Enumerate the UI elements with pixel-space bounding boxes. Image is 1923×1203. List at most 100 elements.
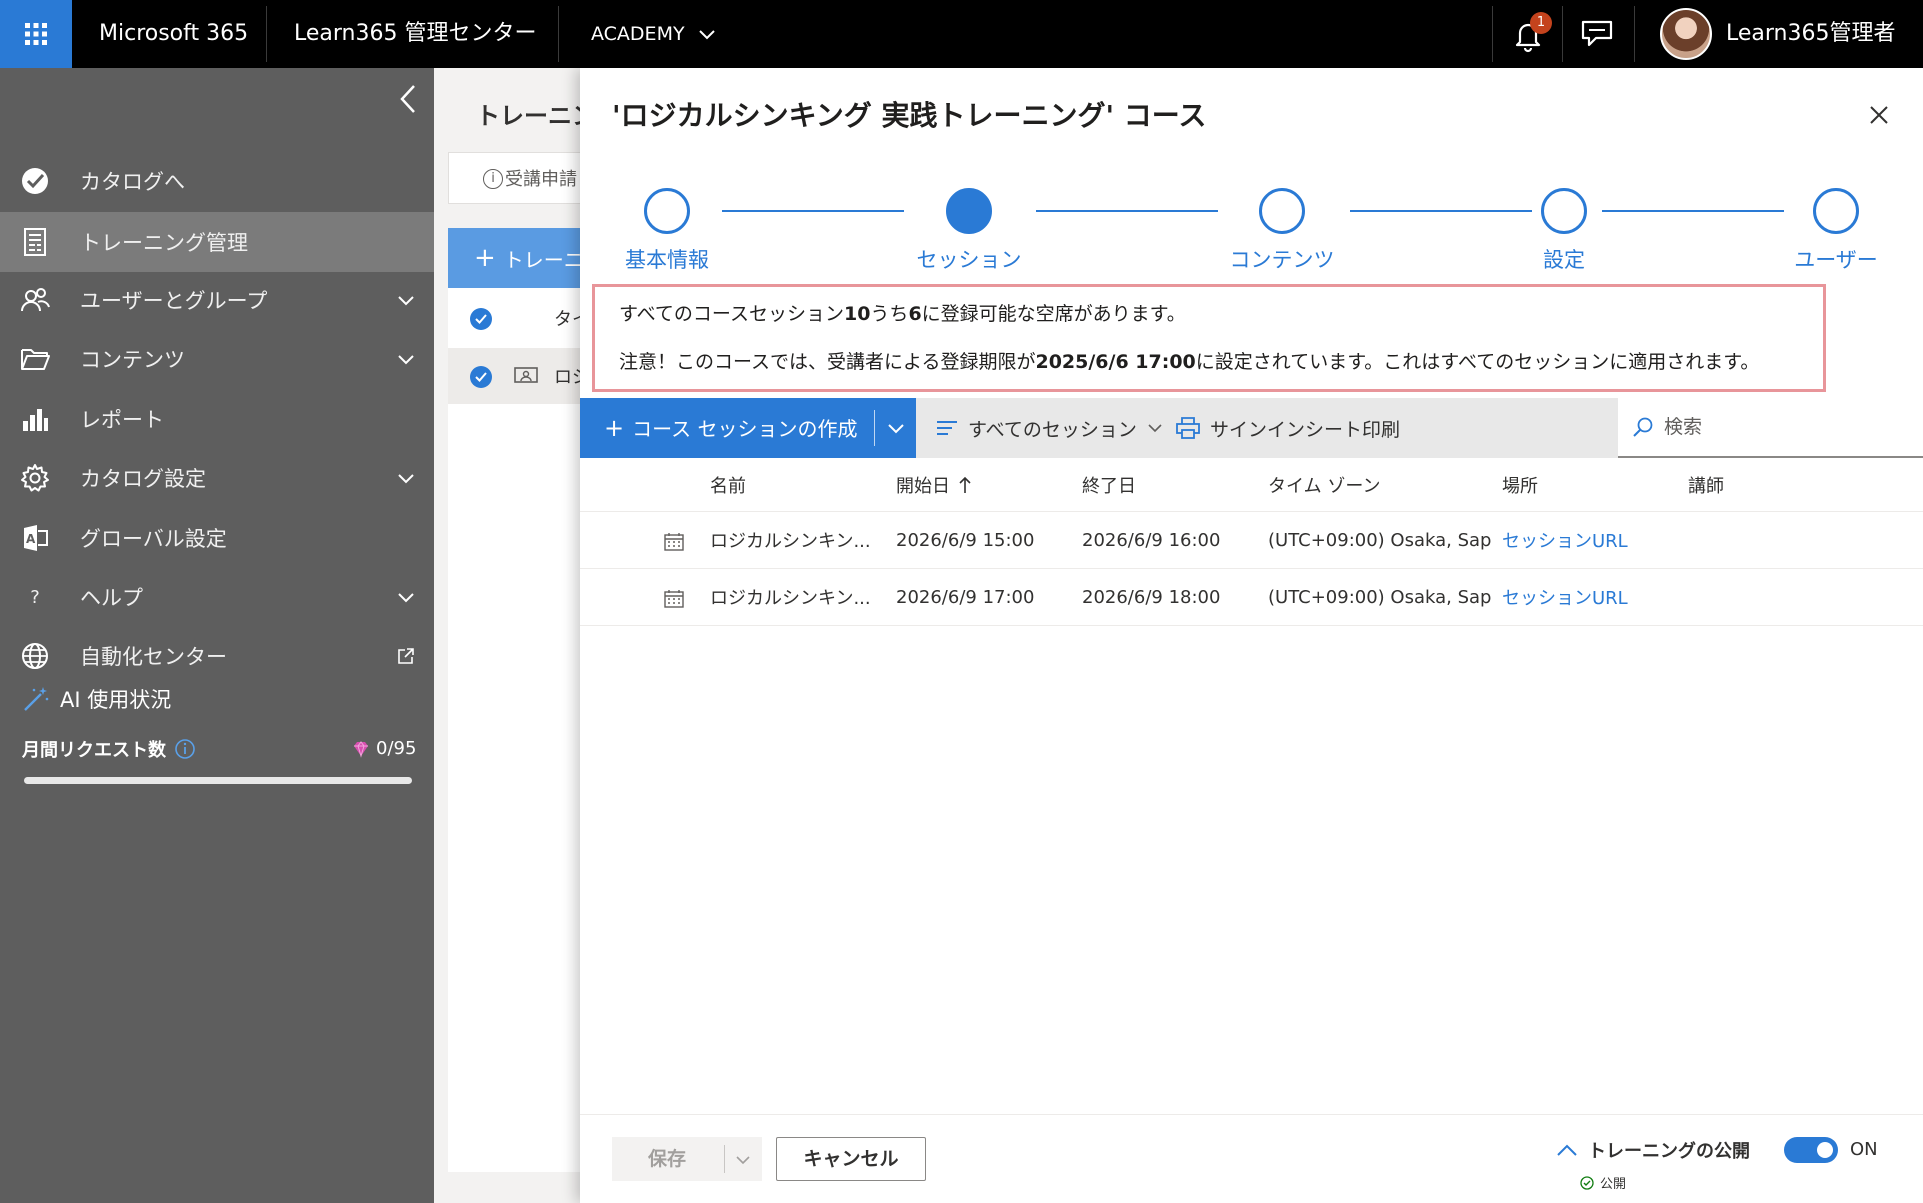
- monthly-requests-count: 0/95: [352, 738, 416, 759]
- table-row[interactable]: ロジカルシンキン... 2026/6/9 17:00 2026/6/9 18:0…: [580, 569, 1923, 626]
- step-basic-info[interactable]: [644, 188, 690, 234]
- step-label-settings[interactable]: 設定: [1543, 244, 1585, 274]
- sidebar-item-training[interactable]: トレーニング管理: [0, 212, 434, 272]
- external-link-icon: [398, 648, 414, 664]
- session-timezone: (UTC+09:00) Osaka, Sap...: [1268, 586, 1492, 608]
- catalog-check-icon: [20, 166, 50, 196]
- avatar[interactable]: [1660, 8, 1712, 60]
- new-training-label: トレーニ: [503, 247, 584, 272]
- create-session-label: + コース セッションの作成: [604, 398, 857, 458]
- step-label-users[interactable]: ユーザー: [1794, 244, 1878, 274]
- chevron-down-icon[interactable]: [734, 1151, 752, 1169]
- globe-icon: [20, 641, 50, 671]
- folder-icon: [20, 344, 50, 374]
- sidebar-item-reports[interactable]: レポート: [0, 390, 434, 448]
- sidebar-item-global-settings[interactable]: A グローバル設定: [0, 509, 434, 567]
- command-bar: + コース セッションの作成 すべてのセッション サインインシート印刷: [580, 398, 1923, 458]
- sort-ascending-icon: [959, 476, 971, 493]
- column-header-start[interactable]: 開始日: [896, 458, 972, 511]
- plus-icon: +: [604, 414, 625, 442]
- session-timezone: (UTC+09:00) Osaka, Sap...: [1268, 529, 1492, 551]
- ai-usage-title: AI 使用状況: [22, 684, 171, 714]
- step-connector: [722, 210, 904, 212]
- waffle-icon: [25, 23, 47, 45]
- search-input[interactable]: [1664, 416, 1904, 438]
- panel-footer: 保存 キャンセル トレーニングの公開 公開 ON: [580, 1114, 1923, 1203]
- sidebar-item-catalog-settings[interactable]: カタログ設定: [0, 449, 434, 507]
- gem-icon: [354, 740, 368, 758]
- sidebar-item-automation-center[interactable]: 自動化センター: [0, 627, 434, 685]
- check-circle-icon: [1580, 1175, 1594, 1190]
- publish-toggle[interactable]: [1784, 1137, 1838, 1163]
- session-start: 2026/6/9 15:00: [896, 529, 1035, 551]
- top-bar: Microsoft 365 Learn365 管理センター ACADEMY 1 …: [0, 0, 1923, 68]
- column-header-timezone[interactable]: タイム ゾーン: [1268, 458, 1380, 511]
- tenant-switcher[interactable]: ACADEMY: [591, 0, 715, 68]
- publish-status-text: 公開: [1600, 1177, 1627, 1192]
- row-checkbox[interactable]: [470, 366, 492, 388]
- ai-usage-label: AI 使用状況: [60, 688, 172, 712]
- panel-title: 'ロジカルシンキング 実践トレーニング' コース: [612, 99, 1207, 132]
- session-url-link[interactable]: セッションURL: [1502, 512, 1628, 568]
- column-header-end[interactable]: 終了日: [1082, 458, 1136, 511]
- app-launcher-button[interactable]: [0, 0, 72, 68]
- info-icon: i: [483, 169, 503, 189]
- column-header-location[interactable]: 場所: [1502, 458, 1538, 511]
- step-session[interactable]: [946, 188, 992, 234]
- classroom-icon: [514, 367, 538, 383]
- feedback-icon[interactable]: [1580, 18, 1614, 50]
- chevron-down-icon[interactable]: [886, 418, 906, 438]
- sidebar-item-catalog[interactable]: カタログへ: [0, 152, 434, 210]
- select-all-checkbox[interactable]: [470, 308, 492, 330]
- document-icon: [20, 227, 50, 257]
- chevron-left-icon[interactable]: [396, 82, 420, 116]
- step-label-basic-info[interactable]: 基本情報: [625, 244, 709, 274]
- step-label-contents[interactable]: コンテンツ: [1230, 244, 1335, 274]
- session-filter-dropdown[interactable]: すべてのセッション: [936, 398, 1163, 458]
- session-start: 2026/6/9 17:00: [896, 586, 1035, 608]
- toggle-state-label: ON: [1850, 1139, 1878, 1160]
- step-settings[interactable]: [1541, 188, 1587, 234]
- column-header-instructor[interactable]: 講師: [1688, 458, 1724, 511]
- session-url-link[interactable]: セッションURL: [1502, 569, 1628, 625]
- notification-badge: 1: [1530, 12, 1552, 34]
- column-header-name[interactable]: 名前: [710, 458, 746, 511]
- close-icon[interactable]: [1866, 102, 1892, 128]
- calendar-icon: [664, 533, 684, 551]
- center-name[interactable]: Learn365 管理センター: [294, 0, 536, 68]
- tenant-name: ACADEMY: [591, 23, 685, 45]
- course-session-panel: 'ロジカルシンキング 実践トレーニング' コース 基本情報 セッション コンテン…: [580, 68, 1923, 1203]
- table-row[interactable]: ロジカルシンキン... 2026/6/9 15:00 2026/6/9 16:0…: [580, 512, 1923, 569]
- user-name[interactable]: Learn365管理者: [1726, 0, 1895, 68]
- app-name[interactable]: Microsoft 365: [99, 0, 248, 68]
- step-label-session[interactable]: セッション: [917, 244, 1022, 274]
- publish-training-expander[interactable]: トレーニングの公開: [1556, 1137, 1750, 1163]
- info-icon[interactable]: [174, 738, 196, 760]
- notice-open-sessions: 6: [908, 303, 922, 325]
- sidebar-item-contents[interactable]: コンテンツ: [0, 330, 434, 388]
- search-box[interactable]: [1618, 398, 1923, 458]
- sidebar-item-label: ヘルプ: [80, 586, 143, 610]
- session-name[interactable]: ロジカルシンキン...: [710, 569, 886, 625]
- create-session-button[interactable]: + コース セッションの作成: [580, 398, 916, 458]
- cancel-button[interactable]: キャンセル: [776, 1137, 926, 1181]
- step-contents[interactable]: [1259, 188, 1305, 234]
- session-filter-label: すべてのセッション: [968, 418, 1137, 441]
- table-header: 名前 開始日 終了日 タイム ゾーン 場所 講師: [580, 458, 1923, 512]
- calendar-icon: [664, 590, 684, 608]
- step-connector: [1036, 210, 1218, 212]
- printer-icon: [1176, 417, 1200, 439]
- session-name[interactable]: ロジカルシンキン...: [710, 512, 886, 568]
- sidebar-item-users-groups[interactable]: ユーザーとグループ: [0, 271, 434, 329]
- column-header-start-label: 開始日: [896, 475, 950, 497]
- page-title: トレーニン: [476, 102, 596, 130]
- info-text: 受講申請: [505, 169, 577, 190]
- notice-text: に登録可能な空席があります。: [921, 303, 1186, 325]
- sidebar-item-label: グローバル設定: [80, 527, 227, 551]
- notice-deadline-value: 2025/6/6 17:00: [1035, 351, 1196, 373]
- save-button[interactable]: 保存: [612, 1137, 762, 1181]
- save-label: 保存: [648, 1148, 687, 1170]
- sidebar-item-help[interactable]: ? ヘルプ: [0, 568, 434, 626]
- print-signin-sheet-button[interactable]: サインインシート印刷: [1176, 398, 1400, 458]
- step-users[interactable]: [1813, 188, 1859, 234]
